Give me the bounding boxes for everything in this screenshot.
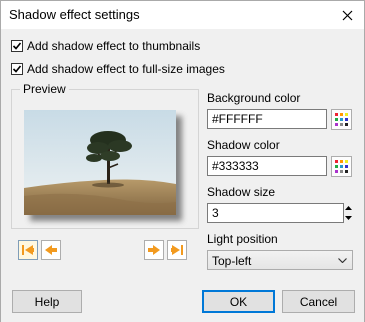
spin-up-icon[interactable]	[344, 203, 353, 213]
first-arrow-icon	[22, 245, 34, 255]
ok-button[interactable]: OK	[202, 290, 275, 313]
shadow-color-input[interactable]: #333333	[207, 156, 327, 176]
chevron-down-icon	[338, 258, 347, 263]
next-image-button[interactable]	[144, 240, 164, 260]
preview-group: Preview	[11, 82, 199, 229]
shadow-color-label: Shadow color	[207, 138, 280, 152]
shadow-size-input[interactable]: 3	[207, 203, 344, 223]
preview-label: Preview	[20, 82, 69, 96]
color-palette-icon	[335, 160, 348, 173]
thumbnails-shadow-checkbox[interactable]: Add shadow effect to thumbnails	[11, 39, 200, 53]
color-palette-icon	[335, 113, 348, 126]
help-button[interactable]: Help	[12, 290, 82, 313]
light-position-label: Light position	[207, 232, 278, 246]
shadow-size-label: Shadow size	[207, 185, 276, 199]
background-color-input[interactable]: #FFFFFF	[207, 109, 327, 129]
last-arrow-icon	[171, 245, 183, 255]
window-title: Shadow effect settings	[9, 7, 140, 22]
cancel-button[interactable]: Cancel	[282, 290, 355, 313]
shadow-color-picker-button[interactable]	[331, 156, 352, 177]
background-color-label: Background color	[207, 91, 301, 105]
checkbox-box	[11, 63, 23, 75]
fullsize-shadow-checkbox[interactable]: Add shadow effect to full-size images	[11, 62, 225, 76]
preview-image	[24, 110, 176, 215]
light-position-select[interactable]: Top-left	[207, 250, 353, 270]
checkbox-box	[11, 40, 23, 52]
background-color-picker-button[interactable]	[331, 109, 352, 130]
shadow-settings-dialog: Shadow effect settings Add shadow effect…	[0, 0, 365, 322]
shadow-size-spinner[interactable]	[344, 203, 353, 223]
light-position-value: Top-left	[212, 254, 252, 268]
first-image-button[interactable]	[18, 240, 38, 260]
checkbox-label: Add shadow effect to thumbnails	[27, 39, 201, 53]
right-arrow-icon	[148, 245, 160, 255]
title-bar: Shadow effect settings	[1, 1, 364, 29]
preview-image-frame	[24, 110, 184, 221]
last-image-button[interactable]	[167, 240, 187, 260]
close-icon[interactable]	[336, 4, 358, 26]
spin-down-icon[interactable]	[344, 213, 353, 223]
left-arrow-icon	[45, 245, 57, 255]
previous-image-button[interactable]	[41, 240, 61, 260]
checkbox-label: Add shadow effect to full-size images	[27, 62, 225, 76]
